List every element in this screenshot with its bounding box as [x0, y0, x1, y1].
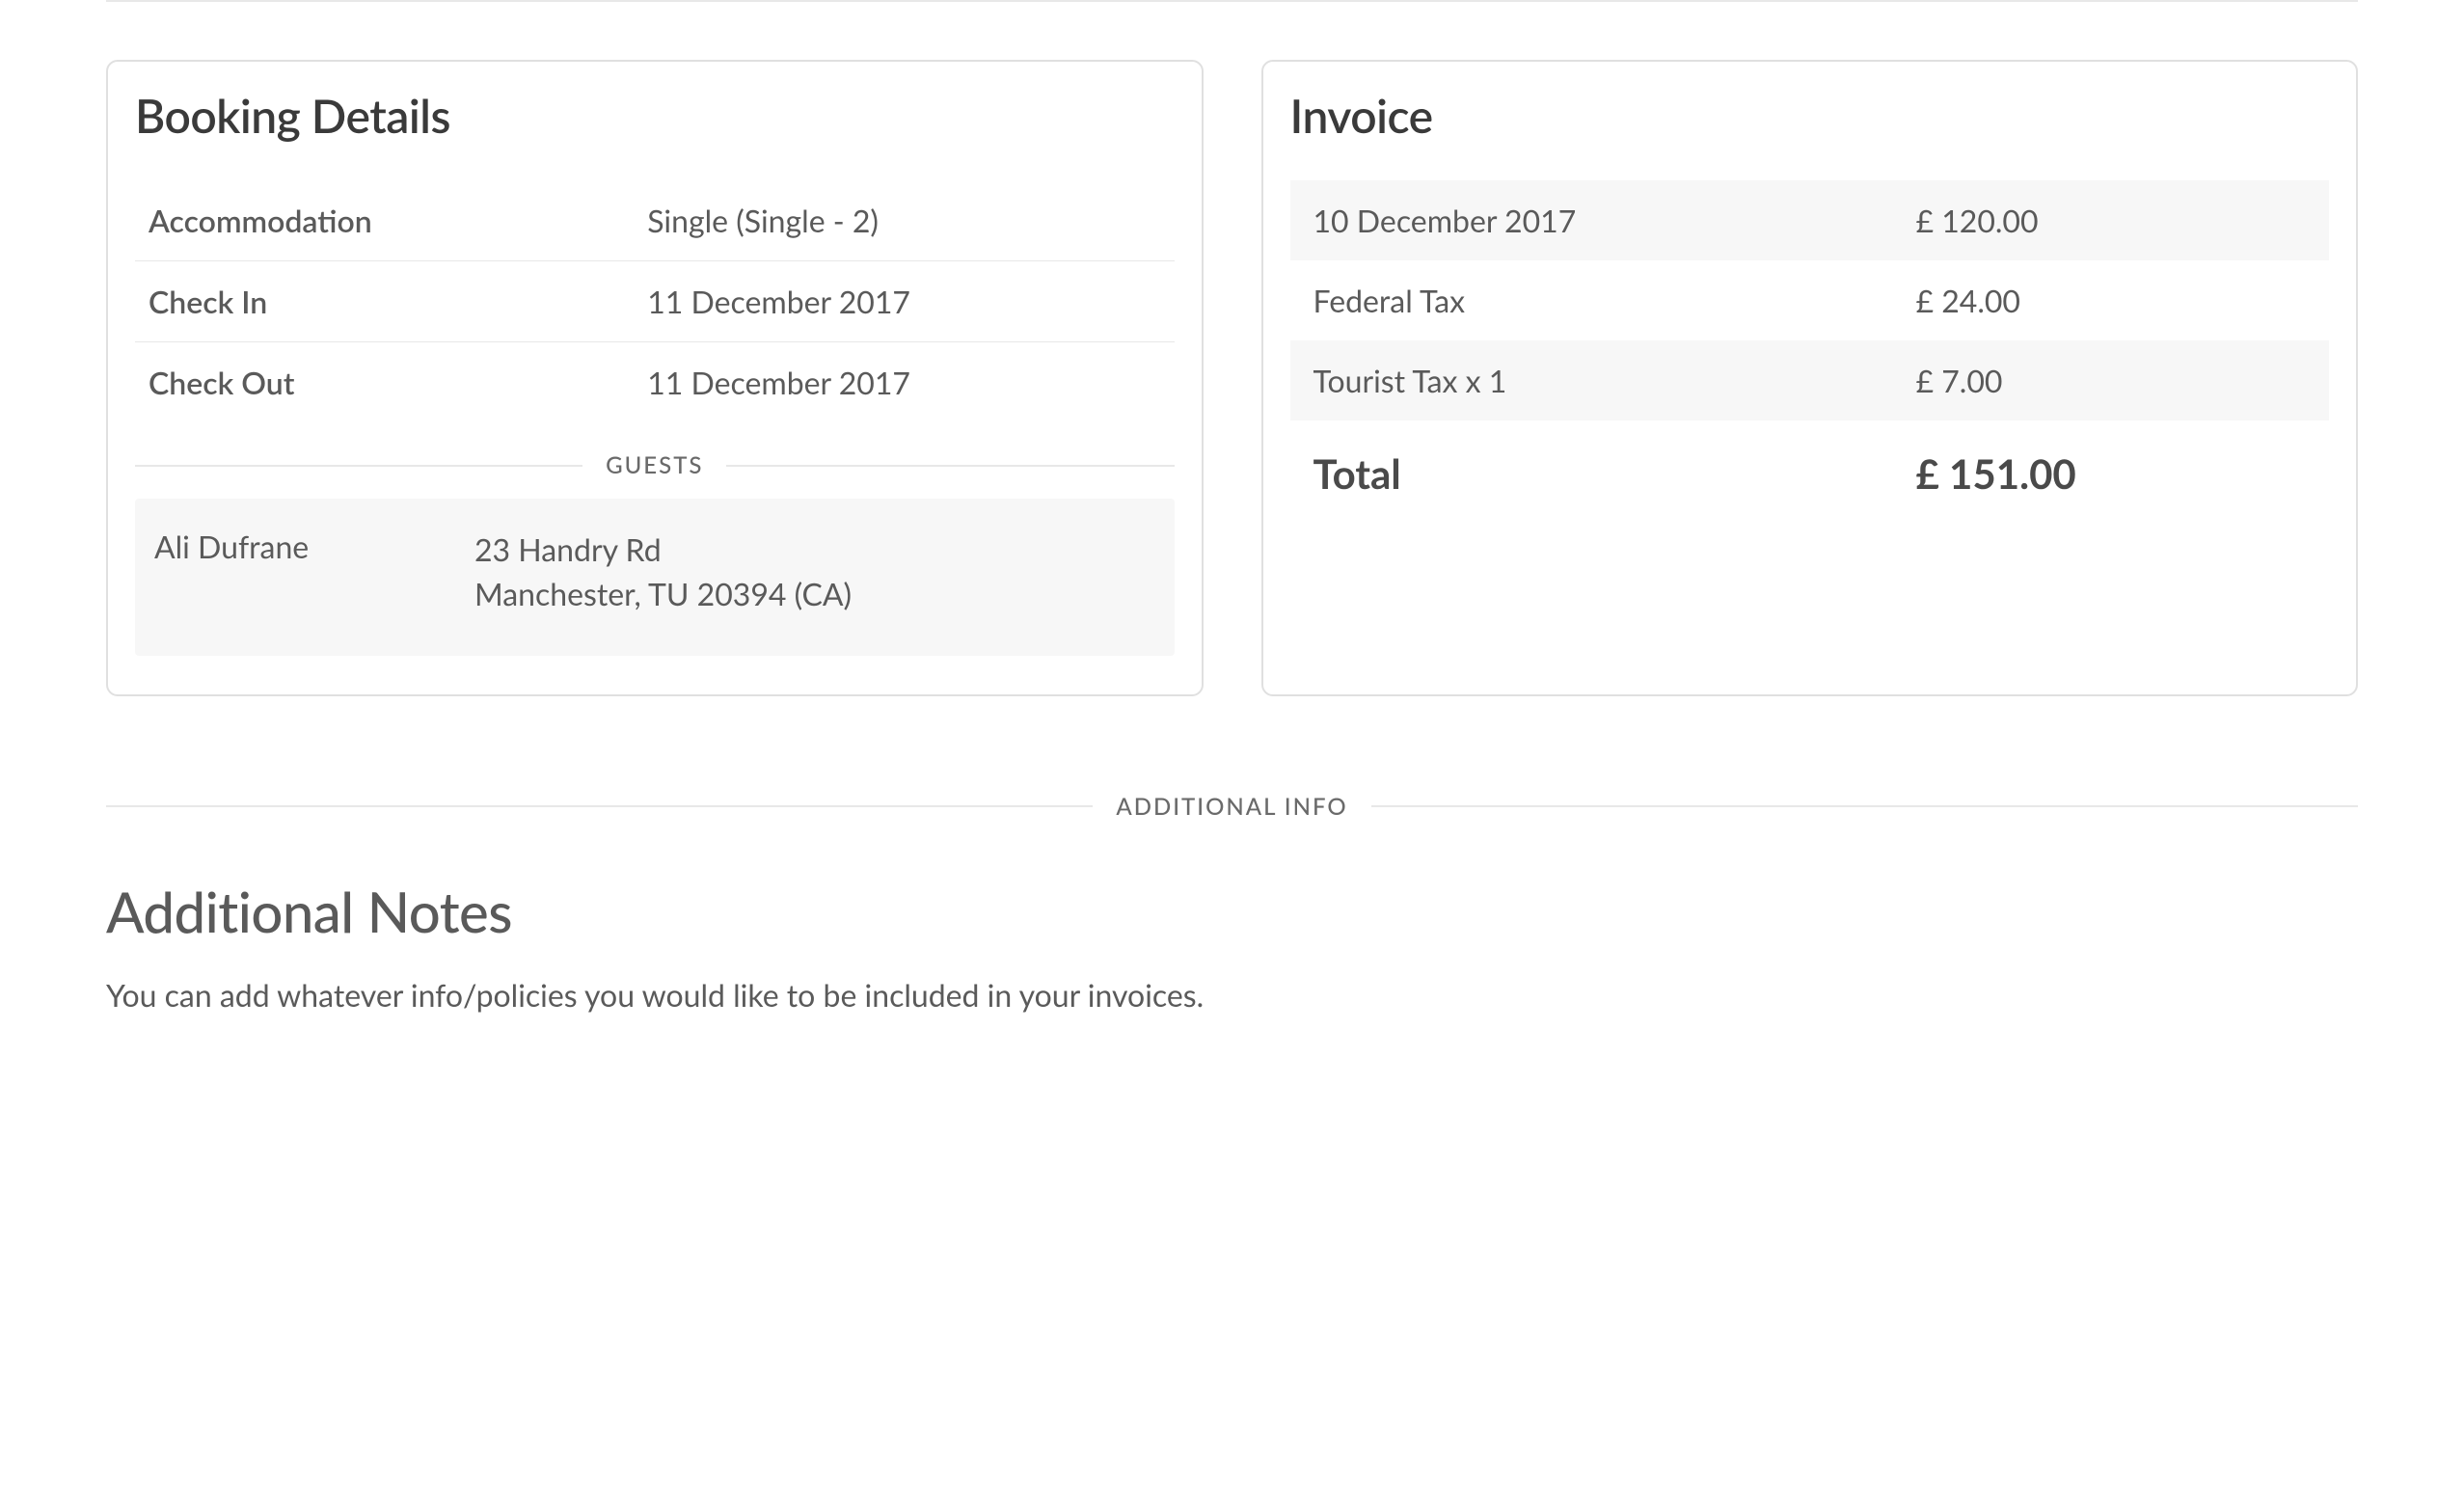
additional-info-divider: ADDITIONAL INFO — [106, 793, 2358, 821]
invoice-amount: £ 120.00 — [1892, 180, 2329, 260]
detail-label: Check In — [135, 261, 634, 342]
invoice-amount: £ 24.00 — [1892, 260, 2329, 340]
detail-label: Check Out — [135, 342, 634, 423]
invoice-table: 10 December 2017 £ 120.00 Federal Tax £ … — [1290, 180, 2330, 519]
invoice-total-label: Total — [1290, 420, 1893, 519]
additional-notes-heading: Additional Notes — [106, 879, 2358, 945]
guest-address-line2: Manchester, TU 20394 (CA) — [474, 572, 852, 616]
guest-address-line1: 23 Handry Rd — [474, 528, 852, 572]
table-row: 10 December 2017 £ 120.00 — [1290, 180, 2330, 260]
invoice-total-row: Total £ 151.00 — [1290, 420, 2330, 519]
additional-info-label: ADDITIONAL INFO — [1093, 793, 1370, 821]
table-row: Accommodation Single (Single - 2) — [135, 180, 1175, 261]
additional-notes-text: You can add whatever info/policies you w… — [106, 974, 2358, 1017]
invoice-title: Invoice — [1290, 89, 2330, 144]
guest-block: Ali Dufrane 23 Handry Rd Manchester, TU … — [135, 499, 1175, 656]
detail-label: Accommodation — [135, 180, 634, 261]
guest-address: 23 Handry Rd Manchester, TU 20394 (CA) — [474, 528, 852, 617]
booking-details-title: Booking Details — [135, 89, 1175, 144]
guests-divider: GUESTS — [135, 451, 1175, 479]
table-row: Tourist Tax x 1 £ 7.00 — [1290, 340, 2330, 420]
guest-name: Ali Dufrane — [154, 528, 474, 617]
invoice-panel: Invoice 10 December 2017 £ 120.00 Federa… — [1261, 60, 2359, 696]
guests-label: GUESTS — [582, 451, 726, 479]
booking-details-table: Accommodation Single (Single - 2) Check … — [135, 180, 1175, 422]
table-row: Check In 11 December 2017 — [135, 261, 1175, 342]
detail-value: Single (Single - 2) — [634, 180, 1174, 261]
detail-value: 11 December 2017 — [634, 261, 1174, 342]
invoice-desc: 10 December 2017 — [1290, 180, 1893, 260]
detail-value: 11 December 2017 — [634, 342, 1174, 423]
table-row: Federal Tax £ 24.00 — [1290, 260, 2330, 340]
booking-details-panel: Booking Details Accommodation Single (Si… — [106, 60, 1204, 696]
table-row: Check Out 11 December 2017 — [135, 342, 1175, 423]
details-invoice-row: Booking Details Accommodation Single (Si… — [106, 60, 2358, 696]
top-divider — [106, 0, 2358, 2]
invoice-total-amount: £ 151.00 — [1892, 420, 2329, 519]
invoice-desc: Tourist Tax x 1 — [1290, 340, 1893, 420]
invoice-desc: Federal Tax — [1290, 260, 1893, 340]
invoice-amount: £ 7.00 — [1892, 340, 2329, 420]
